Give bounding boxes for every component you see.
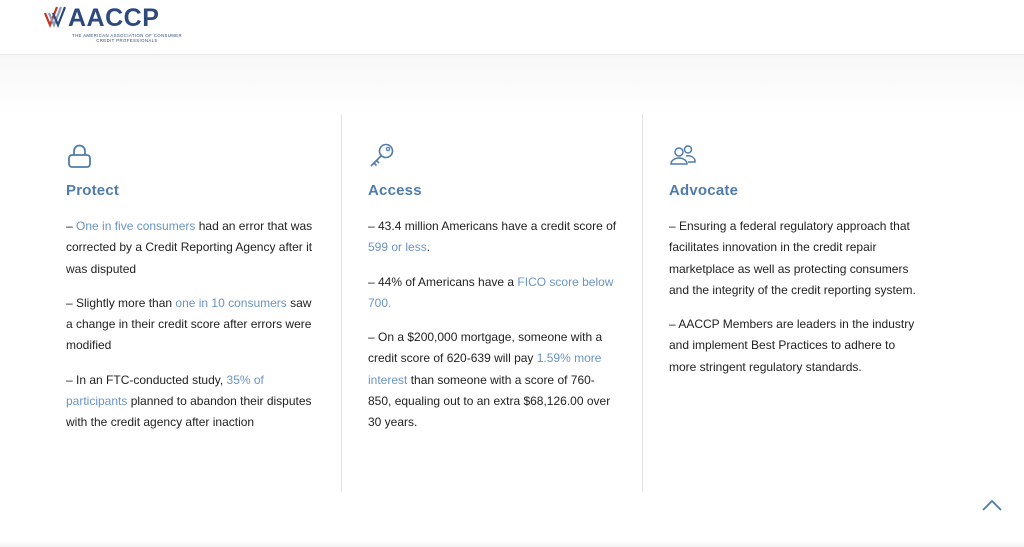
column-title: Protect [66,182,120,199]
key-icon [370,143,394,167]
column-body: – Ensuring a federal regulatory approach… [669,216,919,391]
paragraph-text: – [66,219,77,233]
stat-link[interactable]: one in 10 consumers [175,296,286,310]
paragraph-text: – Slightly more than [66,295,176,310]
column-advocate: Advocate – Ensuring a federal regulatory… [642,114,943,492]
lock-icon [68,144,91,168]
column-protect: Protect – One in five consumers had an e… [40,114,340,492]
column-paragraph: – Ensuring a federal regulatory approach… [669,216,919,301]
column-paragraph: – AACCP Members are leaders in the indus… [669,314,919,378]
footer-band [0,541,1024,547]
paragraph-text: – 43.4 million Americans have a credit s… [368,219,617,233]
aaccp-logo[interactable]: AACCP The American Association of Consum… [44,4,184,48]
users-icon [670,145,696,165]
chevron-up-icon[interactable] [980,496,1004,516]
column-title: Advocate [669,182,739,199]
column-paragraph: – Slightly more than one in 10 consumers… [66,293,316,357]
paragraph-text: – AACCP Members are leaders in the indus… [669,317,915,374]
column-paragraph: – In an FTC-conducted study, 35% of part… [66,370,316,434]
stat-link[interactable]: 599 or less [368,240,427,254]
column-paragraph: – On a $200,000 mortgage, someone with a… [368,327,618,433]
site-header: AACCP The American Association of Consum… [0,0,1024,55]
stat-link[interactable]: One in five consumers [76,219,195,233]
logo-subtitle: The American Association of Consumer Cre… [71,33,183,43]
column-body: – 43.4 million Americans have a credit s… [368,216,618,447]
column-paragraph: – 44% of Americans have a FICO score bel… [368,272,618,315]
logo-wordmark: AACCP [68,4,160,32]
paragraph-text: – Ensuring a federal regulatory approach… [669,219,916,297]
paragraph-text: – In an FTC-conducted study, [66,372,227,387]
column-paragraph: – 43.4 million Americans have a credit s… [368,216,618,259]
paragraph-text: . [426,240,431,255]
column-title: Access [368,182,422,199]
column-access: Access – 43.4 million Americans have a c… [341,114,642,492]
paragraph-text: – 44% of Americans have a [368,274,518,289]
column-body: – One in five consumers had an error tha… [66,216,316,447]
section-divider-band [0,55,1024,115]
column-paragraph: – One in five consumers had an error tha… [66,216,316,280]
logo-checkmark-icon [44,6,67,28]
